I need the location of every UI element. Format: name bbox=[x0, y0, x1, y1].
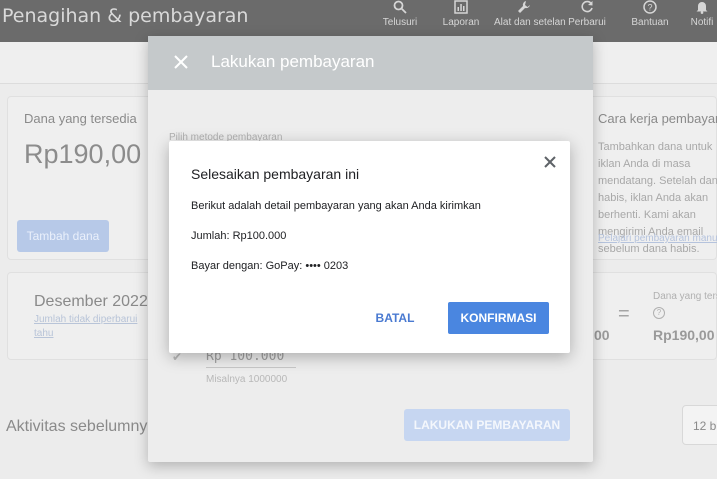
available-funds-amount: Rp190,00 bbox=[653, 327, 715, 343]
how-it-works-title: Cara kerja pembayaran bbox=[598, 111, 717, 126]
funds-title: Dana yang tersedia bbox=[24, 111, 137, 126]
reports-icon bbox=[453, 0, 469, 14]
confirm-description: Berikut adalah detail pembayaran yang ak… bbox=[191, 200, 481, 212]
learn-more-link[interactable]: Pelajari pembayaran manual bbox=[598, 233, 717, 244]
confirm-button[interactable]: KONFIRMASI bbox=[448, 302, 549, 334]
funds-amount: Rp190,00 bbox=[24, 139, 142, 169]
confirm-amount: Jumlah: Rp100.000 bbox=[191, 230, 287, 242]
help-icon: ? bbox=[642, 0, 658, 14]
amount-hint: Misalnya 1000000 bbox=[206, 374, 288, 385]
page-title: Penagihan & pembayaran bbox=[2, 5, 249, 27]
bell-icon bbox=[694, 0, 710, 14]
wrench-icon bbox=[516, 0, 532, 14]
nav-tools-label: Alat dan setelan bbox=[494, 17, 566, 28]
statement-partial-amount: 00 bbox=[594, 327, 610, 343]
help-circle-icon[interactable]: ? bbox=[653, 307, 665, 319]
statement-link[interactable]: Jumlah tidak diperbarui bbox=[34, 314, 137, 325]
make-payment-button[interactable]: LAKUKAN PEMBAYARAN bbox=[404, 409, 570, 441]
refresh-icon bbox=[579, 0, 595, 14]
funds-card: Dana yang tersedia Rp190,00 Tambah dana bbox=[7, 96, 157, 260]
add-funds-button[interactable]: Tambah dana bbox=[17, 220, 109, 252]
search-icon bbox=[392, 0, 408, 14]
statement-link-continued[interactable]: tahu bbox=[34, 328, 53, 339]
payment-dialog-title: Lakukan pembayaran bbox=[211, 52, 375, 71]
nav-help[interactable]: ? Bantuan bbox=[620, 0, 680, 42]
nav-help-label: Bantuan bbox=[631, 17, 669, 28]
confirm-payment-method: Bayar dengan: GoPay: •••• 0203 bbox=[191, 260, 349, 272]
equals-sign: = bbox=[618, 303, 630, 325]
nav-search-label: Telusuri bbox=[382, 17, 418, 28]
nav-notifications[interactable]: Notifi bbox=[682, 0, 717, 42]
statement-month: Desember 2022 bbox=[34, 293, 148, 310]
available-funds-label: Dana yang tersedia bbox=[653, 291, 717, 302]
confirm-payment-dialog: Selesaikan pembayaran ini Berikut adalah… bbox=[169, 141, 570, 353]
nav-refresh-label: Perbarui bbox=[568, 17, 606, 28]
activity-title: Aktivitas sebelumnya bbox=[6, 418, 157, 435]
how-it-works-card: Cara kerja pembayaran Tambahkan dana unt… bbox=[586, 96, 717, 260]
cancel-button[interactable]: BATAL bbox=[365, 302, 425, 334]
svg-text:?: ? bbox=[647, 3, 652, 13]
nav-reports-label: Laporan bbox=[442, 17, 480, 28]
payment-dialog-header: Lakukan pembayaran bbox=[148, 36, 593, 90]
confirm-dialog-title: Selesaikan pembayaran ini bbox=[191, 166, 360, 182]
close-icon[interactable] bbox=[172, 53, 190, 71]
date-range-select[interactable]: 12 b bbox=[682, 405, 717, 445]
amount-input-underline bbox=[206, 367, 296, 368]
nav-notifications-label: Notifi bbox=[690, 17, 714, 28]
close-icon[interactable] bbox=[543, 155, 557, 169]
